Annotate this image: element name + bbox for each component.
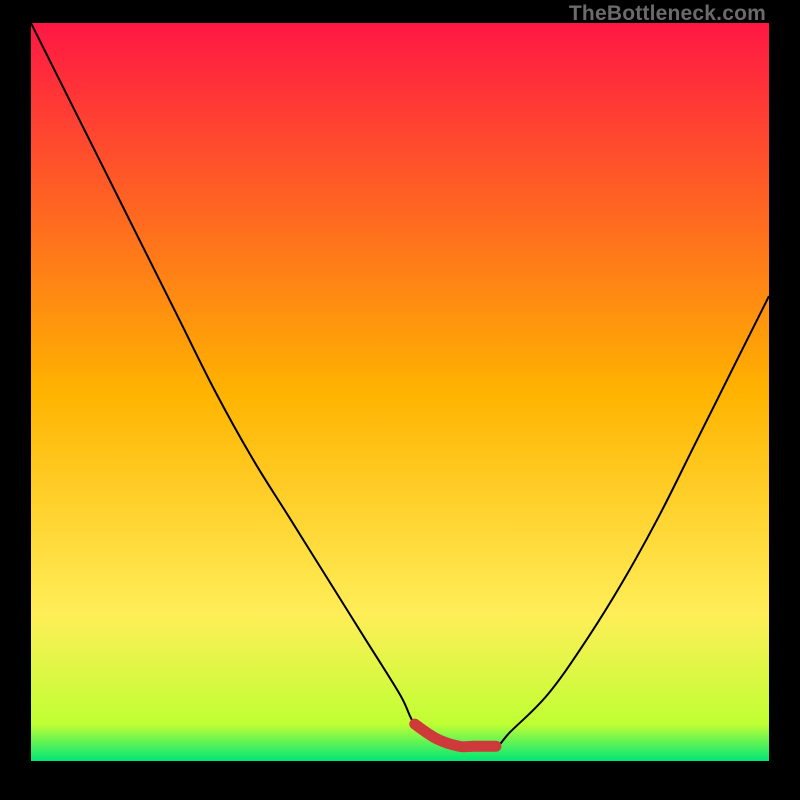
watermark-label: TheBottleneck.com (569, 2, 766, 26)
gradient-background (31, 23, 769, 761)
chart-plot-area (31, 23, 769, 761)
chart-svg (31, 23, 769, 761)
